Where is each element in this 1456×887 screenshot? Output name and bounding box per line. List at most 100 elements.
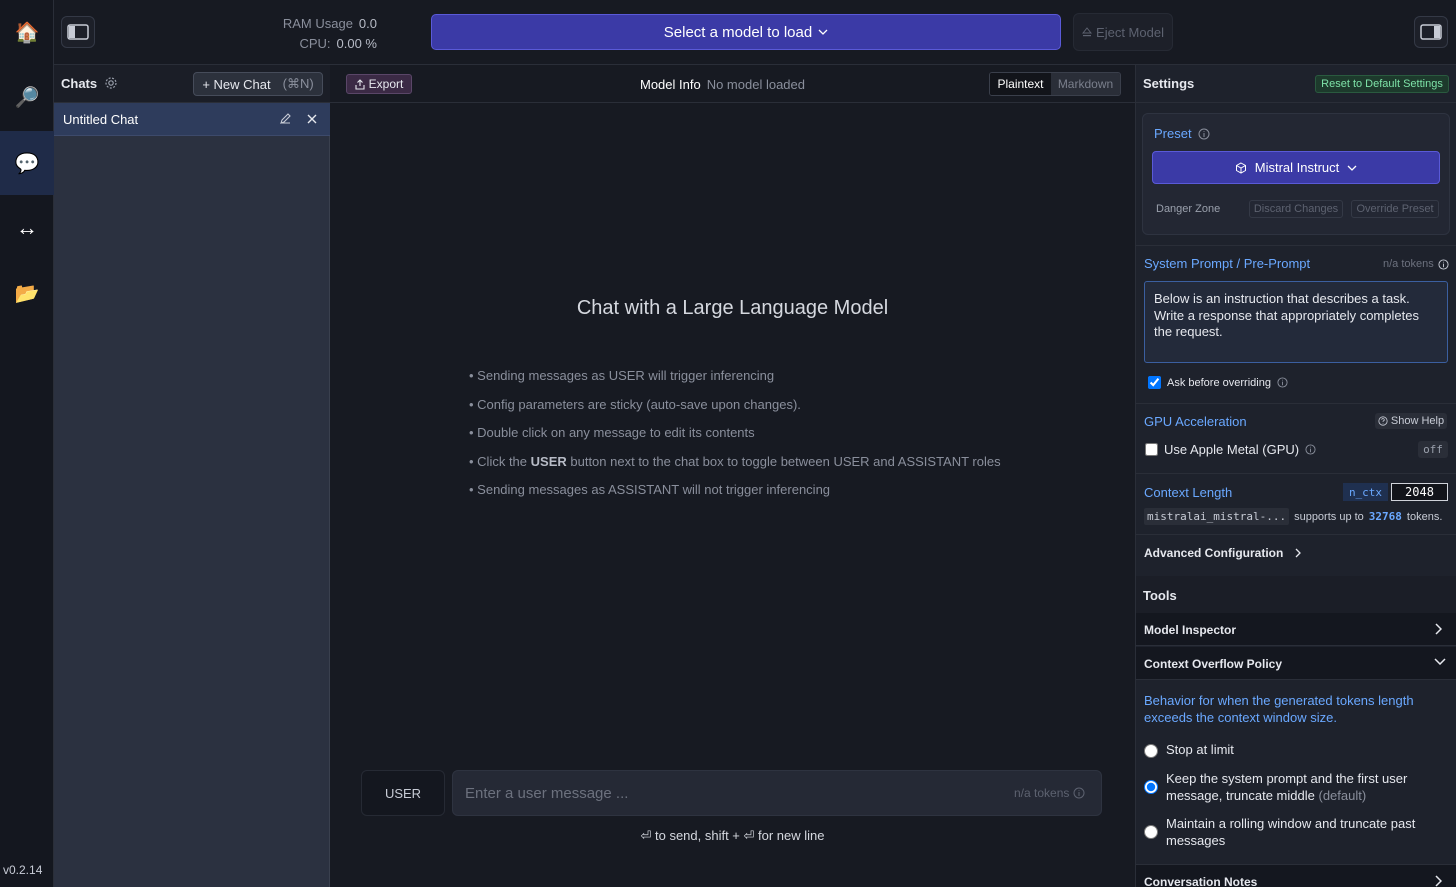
send-hint: ⏎ to send, shift + ⏎ for new line — [640, 828, 825, 843]
divider — [1136, 534, 1456, 535]
use-gpu-label: Use Apple Metal (GPU) — [1164, 442, 1300, 457]
eject-model-button[interactable]: Eject Model — [1073, 13, 1173, 51]
export-button[interactable]: Export — [346, 74, 412, 94]
show-help-button[interactable]: Show Help — [1375, 413, 1447, 429]
gpu-state-badge: off — [1418, 441, 1448, 458]
checkbox[interactable] — [1148, 376, 1161, 389]
model-info-value: No model loaded — [706, 77, 805, 92]
eject-model-label: Eject Model — [1096, 24, 1164, 40]
use-gpu-checkbox[interactable]: Use Apple Metal (GPU) — [1145, 442, 1316, 457]
gpu-acceleration-label: GPU Acceleration — [1144, 414, 1247, 429]
reset-defaults-button[interactable]: Reset to Default Settings — [1315, 75, 1449, 93]
question-icon — [1378, 416, 1388, 426]
close-icon — [307, 114, 317, 124]
new-chat-label: + New Chat — [202, 76, 271, 92]
preset-label: Preset — [1154, 126, 1210, 141]
toggle-right-panel-button[interactable] — [1414, 16, 1448, 48]
ask-before-overriding-checkbox[interactable]: Ask before overriding — [1148, 376, 1288, 389]
settings-title: Settings — [1143, 76, 1195, 91]
tab-markdown[interactable]: Markdown — [1051, 73, 1120, 95]
ram-label: RAM Usage — [282, 16, 353, 31]
select-model-button[interactable]: Select a model to load — [431, 14, 1061, 50]
discard-changes-button[interactable]: Discard Changes — [1249, 200, 1343, 218]
context-overflow-row[interactable]: Context Overflow Policy — [1136, 647, 1456, 680]
context-length-label: Context Length — [1144, 485, 1233, 500]
model-name-chip: mistralai_mistral-... — [1144, 508, 1290, 525]
home-nav-button[interactable]: 🏠 — [0, 0, 54, 64]
chat-list-item[interactable]: Untitled Chat — [54, 103, 330, 136]
settings-panel: Settings Reset to Default Settings Prese… — [1135, 65, 1456, 887]
chat-nav-button[interactable]: 💬 — [0, 131, 54, 195]
overflow-option-truncate-middle[interactable]: Keep the system prompt and the first use… — [1144, 771, 1444, 804]
app-version: v0.2.14 — [3, 863, 43, 877]
system-prompt-textarea[interactable]: Below is an instruction that describes a… — [1144, 281, 1448, 363]
settings-header: Settings Reset to Default Settings — [1136, 65, 1456, 103]
preset-section: Preset Mistral Instruct Danger Zone Disc… — [1142, 113, 1450, 235]
system-prompt-label: System Prompt / Pre-Prompt — [1144, 256, 1311, 271]
eject-icon — [1082, 27, 1093, 37]
overflow-option-rolling-window[interactable]: Maintain a rolling window and truncate p… — [1144, 816, 1444, 849]
cpu-label: CPU: — [299, 36, 331, 51]
rename-chat-button[interactable] — [279, 112, 292, 130]
tips-list: • Sending messages as USER will trigger … — [469, 368, 1001, 511]
divider — [1136, 245, 1456, 246]
delete-chat-button[interactable] — [306, 112, 318, 130]
chat-bubble-icon: 💬 — [14, 152, 40, 175]
double-arrow-icon: ↔ — [16, 215, 38, 240]
ask-before-overriding-label: Ask before overriding — [1167, 376, 1271, 389]
model-inspector-row[interactable]: Model Inspector — [1136, 613, 1456, 646]
info-icon — [1438, 258, 1449, 270]
chevron-down-icon — [818, 29, 828, 35]
folder-icon: 📂 — [14, 282, 40, 305]
info-icon — [1198, 128, 1210, 139]
radio[interactable] — [1144, 744, 1158, 758]
models-folder-nav-button[interactable]: 📂 — [0, 261, 54, 325]
context-length-input[interactable] — [1391, 483, 1448, 501]
chats-sidebar: Chats + New Chat (⌘N) Untitled Chat — [54, 65, 330, 887]
export-label: Export — [368, 77, 404, 91]
checkbox[interactable] — [1145, 443, 1158, 456]
empty-state-title: Chat with a Large Language Model — [576, 297, 889, 319]
tip-item: • Double click on any message to edit it… — [469, 425, 755, 441]
chevron-down-icon — [1347, 165, 1357, 171]
chats-settings-button[interactable] — [104, 76, 118, 95]
new-chat-button[interactable]: + New Chat (⌘N) — [193, 72, 323, 96]
ram-value: 0.0 — [358, 16, 377, 31]
chevron-down-icon — [1434, 658, 1446, 665]
divider — [1136, 403, 1456, 404]
cube-icon — [1235, 161, 1246, 174]
override-preset-button[interactable]: Override Preset — [1351, 200, 1439, 218]
toggle-left-panel-button[interactable] — [61, 16, 95, 48]
tools-title: Tools — [1143, 588, 1177, 603]
overflow-description: Behavior for when the generated tokens l… — [1144, 693, 1414, 725]
radio[interactable] — [1144, 780, 1158, 794]
model-info[interactable]: Model Info No model loaded — [640, 77, 805, 92]
message-token-count: n/a tokens — [1014, 786, 1085, 800]
tip-item: • Click the USER button next to the chat… — [469, 453, 1001, 469]
advanced-configuration-toggle[interactable]: Advanced Configuration — [1144, 546, 1302, 560]
format-toggle: Plaintext Markdown — [989, 72, 1121, 96]
info-icon — [1073, 787, 1085, 799]
conversation-notes-row[interactable]: Conversation Notes — [1136, 864, 1456, 887]
search-icon: 🔎 — [14, 86, 40, 109]
divider — [1136, 473, 1456, 474]
home-icon: 🏠 — [14, 21, 40, 44]
top-bar: RAM Usage 0.0 CPU: 0.00 % Select a model t… — [54, 0, 1456, 65]
tab-plaintext[interactable]: Plaintext — [990, 73, 1051, 95]
gear-icon — [105, 77, 117, 89]
server-nav-button[interactable]: ↔ — [0, 196, 54, 260]
conversation-notes-label: Conversation Notes — [1144, 875, 1258, 887]
preset-select-button[interactable]: Mistral Instruct — [1152, 151, 1440, 184]
context-support-note: mistralai_mistral-... supports up to 327… — [1144, 508, 1442, 525]
radio[interactable] — [1144, 825, 1158, 839]
search-nav-button[interactable]: 🔎 — [0, 65, 54, 129]
message-input[interactable] — [452, 770, 1102, 816]
chat-item-name: Untitled Chat — [63, 112, 139, 127]
tip-item: • Sending messages as ASSISTANT will not… — [469, 482, 831, 498]
new-chat-shortcut: (⌘N) — [282, 76, 314, 91]
sidebar-left-icon — [67, 24, 89, 40]
overflow-option-stop[interactable]: Stop at limit — [1144, 742, 1444, 759]
role-toggle-button[interactable]: USER — [361, 770, 445, 816]
info-icon — [1277, 377, 1288, 388]
max-context-value: 32768 — [1368, 510, 1402, 523]
